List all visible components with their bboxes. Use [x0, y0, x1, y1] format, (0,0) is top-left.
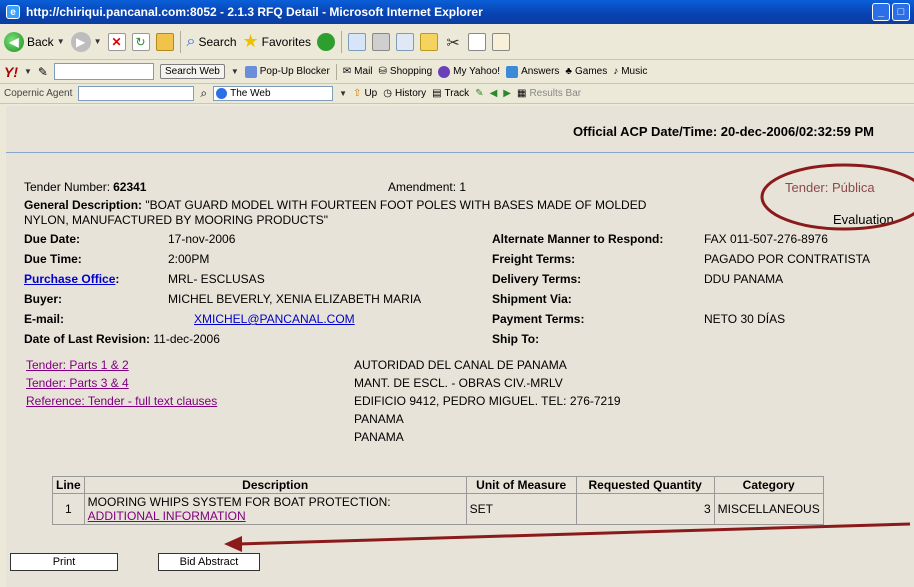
games-button[interactable]: ♣ Games — [565, 66, 607, 77]
toolbar-separator — [335, 63, 337, 80]
up-icon: ⇧ — [353, 88, 362, 99]
track-icon: ▤ — [432, 88, 442, 99]
copernic-toolbar: Copernic Agent ⌕ The Web ▼ ⇧ Up ◷ History … — [0, 84, 914, 104]
standard-toolbar: ◀ Back ▼ ▶ ▼ ✕ ↻ ⌕ Search ★ Favorites ✂ — [0, 24, 914, 60]
paste-icon[interactable] — [492, 32, 511, 51]
copernic-label: Copernic Agent — [4, 88, 73, 99]
copernic-search-input[interactable] — [78, 86, 195, 101]
window-title-bar: e http://chiriqui.pancanal.com:8052 - 2.… — [0, 0, 914, 24]
edit-icon[interactable] — [396, 32, 415, 51]
prev-icon[interactable]: ◀ — [490, 88, 498, 99]
window-icon — [244, 65, 257, 78]
myyahoo-icon — [438, 65, 451, 78]
history-icon: ◷ — [383, 88, 392, 99]
maximize-button[interactable]: □ — [892, 3, 910, 21]
forward-button[interactable]: ▶ ▼ — [70, 31, 102, 52]
yahoo-search-input[interactable] — [53, 63, 154, 80]
music-icon: ♪ — [613, 66, 619, 77]
toolbar-separator — [179, 30, 181, 53]
annotation-overlay — [224, 163, 914, 552]
envelope-icon: ✉ — [342, 66, 352, 77]
search-web-button[interactable]: Search Web — [159, 64, 225, 79]
next-icon[interactable]: ▶ — [503, 88, 511, 99]
history-button[interactable]: ◷ History — [383, 88, 426, 99]
results-bar-button[interactable]: ▦ Results Bar — [517, 88, 581, 99]
copy-icon[interactable] — [468, 32, 487, 51]
minimize-button[interactable]: _ — [872, 3, 890, 21]
favorites-button[interactable]: ★ Favorites — [243, 31, 312, 52]
cart-icon: ⛁ — [378, 66, 387, 77]
annotation-arrow-line — [237, 522, 911, 546]
dropdown-icon[interactable]: ▼ — [94, 37, 102, 46]
annotation-arrow-head — [224, 536, 242, 552]
highlight-icon[interactable]: ✎ — [475, 88, 483, 99]
ie-icon: e — [6, 5, 20, 19]
annotation-ellipse — [760, 163, 914, 231]
mail-button[interactable]: ✉ Mail — [343, 66, 373, 77]
dropdown-icon[interactable]: ▼ — [24, 67, 32, 76]
music-button[interactable]: ♪ Music — [613, 66, 647, 77]
dropdown-icon[interactable]: ▼ — [339, 89, 347, 98]
back-arrow-icon: ◀ — [4, 31, 24, 52]
toolbar-separator — [341, 30, 343, 53]
popup-blocker-button[interactable]: Pop-Up Blocker — [244, 65, 330, 78]
window-title: http://chiriqui.pancanal.com:8052 - 2.1.… — [26, 5, 483, 19]
globe-icon — [216, 88, 228, 99]
up-button[interactable]: ⇧ Up — [353, 88, 377, 99]
results-icon: ▦ — [516, 88, 527, 99]
folder-icon[interactable] — [420, 32, 439, 51]
search-icon[interactable]: ⌕ — [200, 86, 207, 101]
track-button[interactable]: ▤ Track — [432, 88, 469, 99]
pencil-icon[interactable]: ✎ — [38, 65, 48, 79]
mail-icon[interactable] — [348, 32, 367, 51]
answers-icon — [506, 65, 519, 78]
page-content: Official ACP Date/Time: 20-dec-2006/02:3… — [6, 106, 914, 587]
refresh-icon[interactable]: ↻ — [131, 32, 150, 51]
myyahoo-button[interactable]: My Yahoo! — [438, 65, 500, 78]
print-icon[interactable] — [372, 32, 391, 51]
cut-icon[interactable]: ✂ — [444, 33, 462, 52]
scope-select[interactable]: The Web — [213, 86, 334, 101]
forward-arrow-icon: ▶ — [70, 31, 91, 52]
dropdown-icon[interactable]: ▼ — [57, 37, 65, 46]
yahoo-toolbar: Y! ▼ ✎ Search Web ▼ Pop-Up Blocker ✉ Mail… — [0, 60, 914, 84]
yahoo-logo[interactable]: Y! — [4, 64, 18, 80]
media-icon[interactable] — [317, 32, 336, 51]
search-icon: ⌕ — [186, 32, 196, 50]
star-icon: ★ — [242, 31, 259, 51]
stop-icon[interactable]: ✕ — [107, 32, 126, 51]
home-icon[interactable] — [155, 32, 174, 51]
games-icon: ♣ — [565, 66, 572, 77]
answers-button[interactable]: Answers — [506, 65, 559, 78]
dropdown-icon[interactable]: ▼ — [231, 67, 239, 76]
search-button[interactable]: ⌕ Search — [187, 33, 237, 51]
shopping-button[interactable]: ⛁ Shopping — [379, 66, 433, 77]
back-button[interactable]: ◀ Back ▼ — [4, 31, 65, 52]
